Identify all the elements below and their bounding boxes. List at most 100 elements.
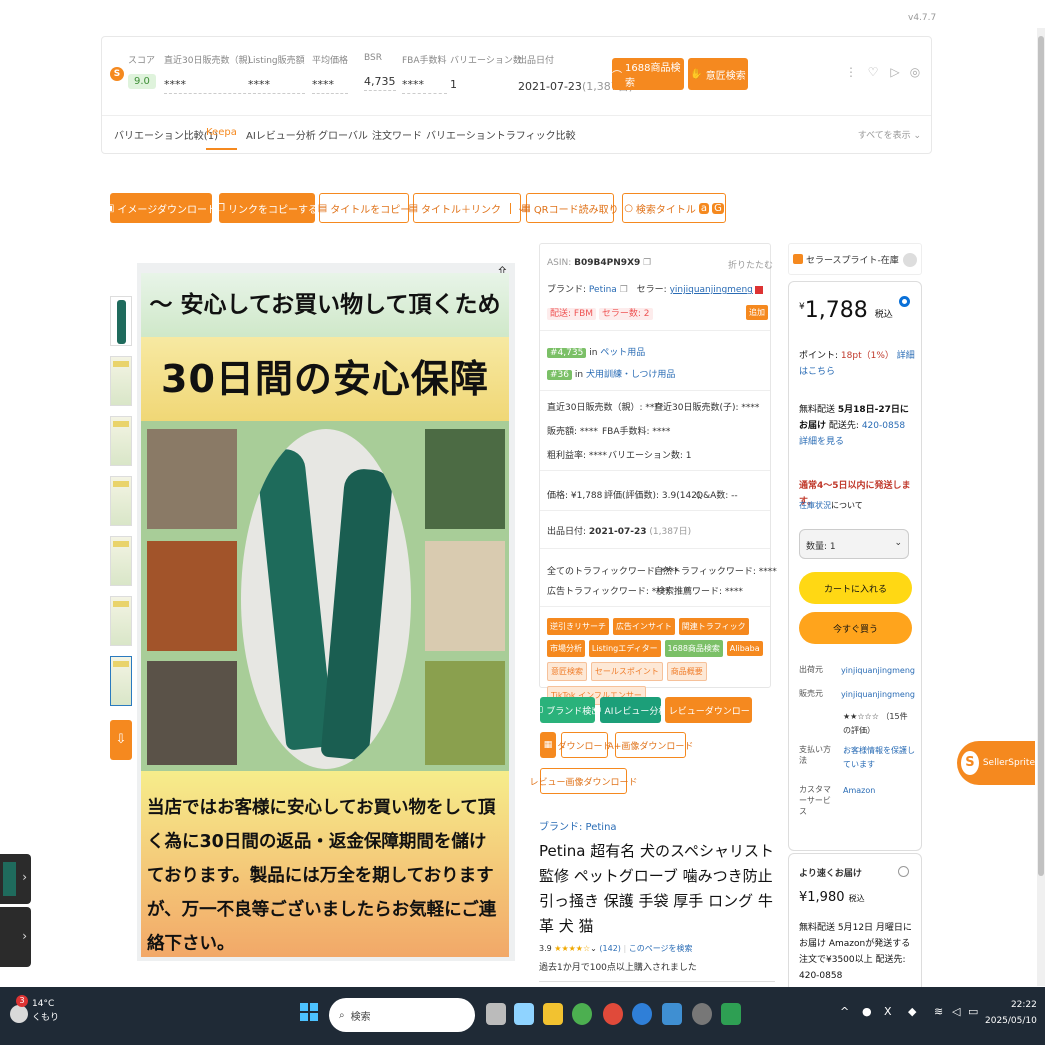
battery-icon[interactable]: ▭ (968, 1005, 978, 1018)
search-page-link[interactable]: このページを検索 (629, 944, 693, 953)
asin-row: ASIN: B09B4PN9X9 ❐ (547, 258, 652, 268)
brand-link[interactable]: Petina (589, 285, 617, 295)
stock-status-link[interactable]: 在庫状況 (799, 501, 831, 510)
faster-delivery-box: より速くお届け ¥1,980 税込 無料配送 5月12日 月曜日にお届け Ama… (788, 853, 922, 993)
brand-store-link[interactable]: ブランド: Petina (539, 818, 775, 833)
selling-points-pill[interactable]: セールスポイント (590, 662, 663, 681)
quantity-select[interactable]: 数量: 1 ⌄ (799, 529, 909, 559)
star-rating-icon[interactable]: ★★★★☆ (554, 944, 590, 953)
speaker-icon[interactable]: ◁ (952, 1005, 960, 1018)
tab-global[interactable]: グローバル (318, 127, 368, 142)
download-image-button[interactable]: ▣ イメージダウンロード (105, 193, 217, 223)
thumbnail-2[interactable] (110, 356, 132, 406)
alibaba-pill[interactable]: Alibaba (726, 641, 763, 656)
side-preview-tab[interactable]: › (0, 854, 31, 904)
settings-app-icon[interactable] (692, 1003, 712, 1025)
design-search-button[interactable]: ✋ 意匠検索 (688, 58, 748, 90)
sales-child: 直近30日販売数(子): **** (654, 403, 760, 413)
copy-icon[interactable]: ❐ (620, 285, 628, 295)
price-radio[interactable] (899, 296, 910, 307)
search-1688-button[interactable]: ⌒ 1688商品検索 (612, 58, 684, 90)
review-count-link[interactable]: (142) (599, 944, 621, 953)
download-button[interactable]: ダウンロード (558, 732, 612, 758)
copilot-app-icon[interactable] (514, 1003, 534, 1025)
product-summary-pill[interactable]: 商品概要 (666, 662, 707, 681)
title-link-button[interactable]: ▤ タイトル＋リンク ⌄ (409, 193, 525, 223)
side-expand-tab[interactable]: › (0, 907, 31, 967)
folder-app-icon[interactable] (543, 1003, 563, 1025)
shipper-link[interactable]: yinjiquanjingmeng (841, 664, 915, 678)
collapse-link[interactable]: 折りたたむ (728, 258, 773, 271)
taskbar-clock[interactable]: 22:22 2025/05/10 (985, 997, 1037, 1029)
notification-badge: 3 (16, 995, 28, 1007)
payment-link[interactable]: お客様情報を保護しています (843, 744, 915, 772)
metrics-tabs: バリエーション比較(1) Keepa AIレビュー分析 グローバル 注文ワード … (102, 115, 931, 153)
review-download-button[interactable]: ⇩ レビューダウンロード (658, 697, 759, 723)
thumbnail-7[interactable] (110, 656, 132, 706)
sellersprite-logo-icon: S (110, 67, 124, 81)
brand-detect-button[interactable]: ▢ ブランド検出 (535, 697, 600, 723)
more-vertical-icon[interactable]: ⋮ (842, 63, 860, 81)
tab-order-words[interactable]: 注文ワード (372, 127, 422, 142)
thumbnail-3[interactable] (110, 416, 132, 466)
tab-variation-compare[interactable]: バリエーション比較(1) (114, 127, 218, 142)
rank-category-link[interactable]: ペット用品 (600, 348, 645, 358)
copy-title-button[interactable]: ▤ タイトルをコピー (318, 193, 410, 223)
edge-app-icon[interactable] (632, 1003, 652, 1025)
file-explorer-app-icon[interactable] (486, 1003, 506, 1025)
thumbnail-4[interactable] (110, 476, 132, 526)
ai-review-button[interactable]: ◐ AIレビュー分析 (594, 697, 667, 723)
main-product-image[interactable]: ⇪ ～ 安心してお買い物して頂くために ～ 30日間の安心保障 !! 当店ではお… (137, 263, 515, 961)
tab-variation-traffic[interactable]: バリエーショントラフィック比較 (426, 127, 576, 142)
taskbar-search[interactable]: ⌕ 検索 (329, 998, 475, 1032)
heart-icon[interactable]: ♡ (864, 63, 882, 81)
listing-editor-pill[interactable]: Listingエディター (588, 640, 661, 657)
buy-now-button[interactable]: 今すぐ買う (799, 612, 912, 644)
seller-store-link[interactable]: yinjiquanjingmeng (841, 688, 915, 702)
related-traffic-pill[interactable]: 関連トラフィック (678, 618, 749, 635)
x-tray-icon[interactable]: X (884, 1005, 892, 1018)
stock-toggle[interactable] (903, 253, 917, 267)
app-tray-icon[interactable]: ● (862, 1005, 872, 1018)
add-to-cart-button[interactable]: カートに入れる (799, 572, 912, 604)
chrome-app-icon[interactable] (572, 1003, 592, 1025)
reverse-search-pill[interactable]: 逆引きリサーチ (547, 618, 609, 635)
page-scrollbar[interactable] (1037, 28, 1045, 986)
zip-link[interactable]: 420-0858 (862, 421, 905, 431)
wifi-icon[interactable]: ≋ (934, 1005, 943, 1018)
add-button[interactable]: 追加 (746, 305, 768, 320)
delivery-detail-link[interactable]: 詳細を見る (799, 437, 844, 447)
download-fab-icon[interactable]: ⇩ (110, 720, 132, 760)
review-image-download-button[interactable]: レビュー画像ダウンロード (530, 768, 638, 794)
chrome-active-app-icon[interactable] (603, 1003, 623, 1025)
copy-icon[interactable]: ❐ (643, 258, 651, 268)
fast-delivery-radio[interactable] (898, 866, 909, 877)
rank-subcategory-link[interactable]: 犬用訓練・しつけ用品 (586, 370, 675, 380)
copy-link-button[interactable]: ❐ リンクをコピーする (216, 193, 318, 223)
thumbnail-1[interactable] (110, 296, 132, 346)
excel-app-icon[interactable] (721, 1003, 741, 1025)
chevron-up-icon[interactable]: ^ (840, 1005, 849, 1018)
calculator-icon[interactable]: ▦ (540, 732, 556, 758)
sellersprite-float-button[interactable]: S SellerSprite (957, 741, 1035, 785)
search-1688-pill[interactable]: 1688商品検索 (664, 640, 723, 657)
ad-insight-pill[interactable]: 広告インサイト (612, 618, 675, 635)
show-all-link[interactable]: すべてを表示 ⌄ (858, 128, 921, 141)
photos-app-icon[interactable] (662, 1003, 682, 1025)
shield-tray-icon[interactable]: ◆ (908, 1005, 916, 1018)
copy-icon: ❐ (216, 202, 225, 214)
tab-keepa[interactable]: Keepa (206, 127, 237, 150)
thumbnail-5[interactable] (110, 536, 132, 586)
design-search-pill[interactable]: 意匠検索 (547, 662, 587, 681)
aplus-download-button[interactable]: A+画像ダウンロード (608, 732, 693, 758)
thumbnail-6[interactable] (110, 596, 132, 646)
qr-read-button[interactable]: ▦ QRコード読み取り (521, 193, 619, 223)
search-title-button[interactable]: ○ 検索タイトル a G (622, 193, 726, 223)
fba-fee: FBA手数料: **** (602, 427, 671, 437)
tab-ai-review[interactable]: AIレビュー分析 (246, 127, 316, 142)
windows-start-icon[interactable] (300, 1003, 318, 1021)
market-analysis-pill[interactable]: 市場分析 (547, 640, 585, 657)
settings-icon[interactable]: ◎ (906, 63, 924, 81)
video-icon[interactable]: ▷ (886, 63, 904, 81)
seller-link[interactable]: yinjiquanjingmeng (670, 285, 753, 295)
